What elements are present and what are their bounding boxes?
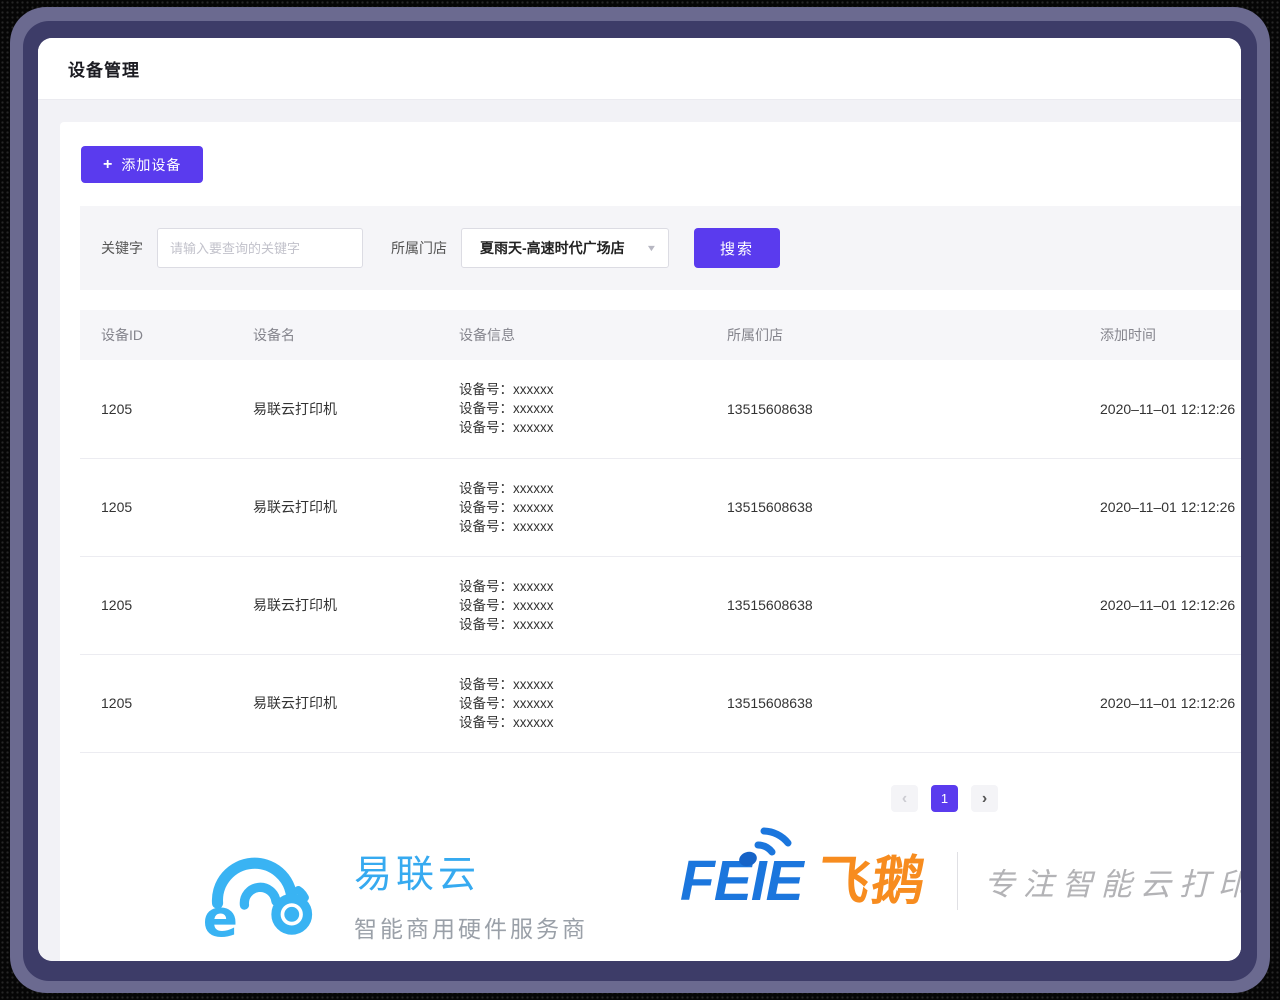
- device-info-line: 设备号：xxxxxx: [459, 399, 727, 418]
- device-info-line: 设备号：xxxxxx: [459, 498, 727, 517]
- device-info-line: 设备号：xxxxxx: [459, 694, 727, 713]
- device-info-line: 设备号：xxxxxx: [459, 418, 727, 437]
- prev-page-button[interactable]: ‹: [891, 785, 918, 812]
- svg-text:e: e: [203, 890, 238, 944]
- filter-bar: 关键字 所属门店 夏雨天-高速时代广场店 ▼ 搜索: [80, 206, 1241, 290]
- footer-brands: e 易联云 智能商用硬件服务商: [60, 840, 1241, 960]
- window-frame-inner: 设备管理 + 添加设备 关键字 所属门店 夏雨天-高速时代广场店 ▼: [23, 21, 1257, 981]
- add-device-button[interactable]: + 添加设备: [81, 146, 203, 183]
- table-row: 1205 易联云打印机 设备号：xxxxxx 设备号：xxxxxx 设备号：xx…: [80, 360, 1241, 458]
- col-device-id: 设备ID: [80, 310, 253, 360]
- store-label: 所属门店: [391, 238, 447, 258]
- cell-device-info: 设备号：xxxxxx 设备号：xxxxxx 设备号：xxxxxx: [459, 458, 727, 556]
- cell-device-name: 易联云打印机: [253, 458, 459, 556]
- content-panel: + 添加设备 关键字 所属门店 夏雨天-高速时代广场店 ▼ 搜索: [60, 122, 1241, 961]
- col-store: 所属们店: [727, 310, 1100, 360]
- cell-device-info: 设备号：xxxxxx 设备号：xxxxxx 设备号：xxxxxx: [459, 360, 727, 458]
- device-info-line: 设备号：xxxxxx: [459, 380, 727, 399]
- cell-device-name: 易联云打印机: [253, 360, 459, 458]
- table-header-row: 设备ID 设备名 设备信息 所属们店 添加时间: [80, 310, 1241, 360]
- yilianyun-cloud-icon: e: [202, 842, 324, 944]
- device-info-line: 设备号：xxxxxx: [459, 596, 727, 615]
- page-title: 设备管理: [68, 56, 140, 81]
- cell-device-id: 1205: [80, 556, 253, 654]
- cell-store: 13515608638: [727, 654, 1100, 752]
- app-card: 设备管理 + 添加设备 关键字 所属门店 夏雨天-高速时代广场店 ▼: [38, 38, 1241, 961]
- brand-divider: [957, 852, 958, 910]
- table-row: 1205 易联云打印机 设备号：xxxxxx 设备号：xxxxxx 设备号：xx…: [80, 556, 1241, 654]
- cell-added-time: 2020–11–01 12:12:26: [1100, 654, 1241, 752]
- device-info-line: 设备号：xxxxxx: [459, 675, 727, 694]
- plus-icon: +: [103, 156, 112, 174]
- yilianyun-brand: e 易联云 智能商用硬件服务商: [202, 842, 588, 944]
- feie-chinese-text: 飞鹅: [813, 855, 930, 908]
- page-header: 设备管理: [38, 38, 1241, 100]
- feie-slogan: 专注智能云打印: [984, 859, 1241, 904]
- pagination: ‹ 1 ›: [891, 785, 998, 812]
- col-device-info: 设备信息: [459, 310, 727, 360]
- cell-device-info: 设备号：xxxxxx 设备号：xxxxxx 设备号：xxxxxx: [459, 556, 727, 654]
- feie-brand: FEIE 飞鹅 专注智能云打印: [680, 852, 1241, 910]
- store-select-value: 夏雨天-高速时代广场店: [480, 238, 625, 258]
- keyword-input[interactable]: [157, 228, 363, 268]
- wifi-signal-icon: [734, 823, 800, 869]
- table-row: 1205 易联云打印机 设备号：xxxxxx 设备号：xxxxxx 设备号：xx…: [80, 654, 1241, 752]
- cell-device-name: 易联云打印机: [253, 556, 459, 654]
- page-number-button[interactable]: 1: [931, 785, 958, 812]
- cell-store: 13515608638: [727, 360, 1100, 458]
- device-info-line: 设备号：xxxxxx: [459, 615, 727, 634]
- feie-logo: FEIE: [680, 853, 803, 910]
- window-frame-outer: 设备管理 + 添加设备 关键字 所属门店 夏雨天-高速时代广场店 ▼: [10, 7, 1270, 993]
- col-device-name: 设备名: [253, 310, 459, 360]
- yilianyun-tagline: 智能商用硬件服务商: [354, 910, 588, 944]
- device-info-line: 设备号：xxxxxx: [459, 517, 727, 536]
- cell-device-id: 1205: [80, 654, 253, 752]
- cell-device-name: 易联云打印机: [253, 654, 459, 752]
- device-info-line: 设备号：xxxxxx: [459, 577, 727, 596]
- col-added-time: 添加时间: [1100, 310, 1241, 360]
- next-page-button[interactable]: ›: [971, 785, 998, 812]
- page-body: + 添加设备 关键字 所属门店 夏雨天-高速时代广场店 ▼ 搜索: [38, 100, 1241, 961]
- caret-down-icon: ▼: [646, 243, 658, 253]
- device-info-line: 设备号：xxxxxx: [459, 713, 727, 732]
- table-row: 1205 易联云打印机 设备号：xxxxxx 设备号：xxxxxx 设备号：xx…: [80, 458, 1241, 556]
- cell-added-time: 2020–11–01 12:12:26: [1100, 360, 1241, 458]
- add-device-label: 添加设备: [121, 155, 181, 175]
- yilianyun-text: 易联云 智能商用硬件服务商: [354, 843, 588, 944]
- device-table: 设备ID 设备名 设备信息 所属们店 添加时间 1205 易联云打印机: [80, 310, 1241, 753]
- cell-device-id: 1205: [80, 458, 253, 556]
- keyword-label: 关键字: [101, 238, 143, 258]
- cell-store: 13515608638: [727, 556, 1100, 654]
- search-button[interactable]: 搜索: [694, 228, 780, 268]
- cell-added-time: 2020–11–01 12:12:26: [1100, 458, 1241, 556]
- yilianyun-name: 易联云: [354, 843, 588, 898]
- device-info-line: 设备号：xxxxxx: [459, 479, 727, 498]
- cell-device-info: 设备号：xxxxxx 设备号：xxxxxx 设备号：xxxxxx: [459, 654, 727, 752]
- cell-added-time: 2020–11–01 12:12:26: [1100, 556, 1241, 654]
- store-select[interactable]: 夏雨天-高速时代广场店 ▼: [461, 228, 669, 268]
- cell-device-id: 1205: [80, 360, 253, 458]
- cell-store: 13515608638: [727, 458, 1100, 556]
